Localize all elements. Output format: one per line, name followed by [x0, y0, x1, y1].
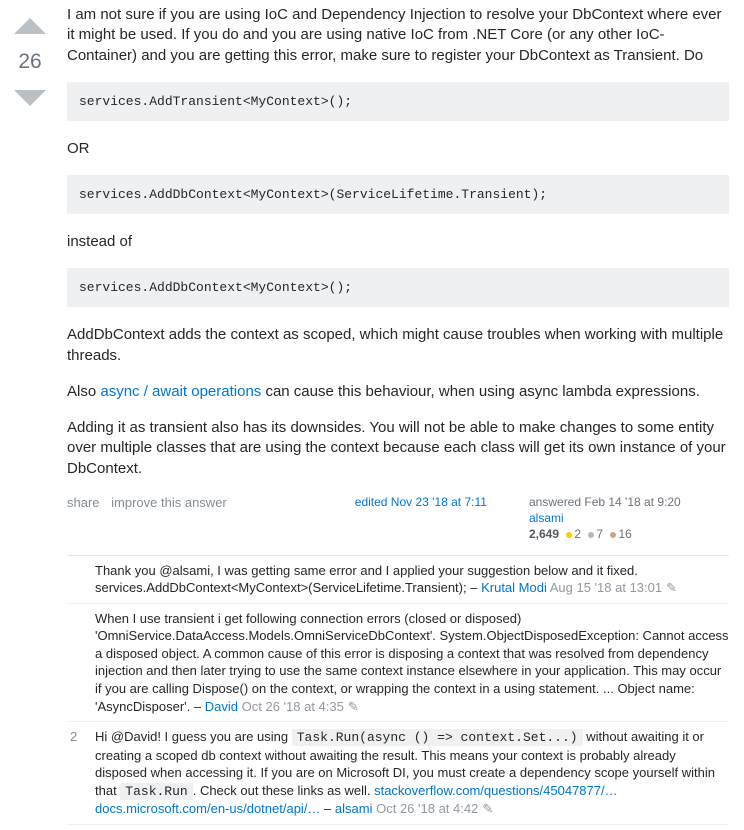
- post-body: I am not sure if you are using IoC and D…: [67, 5, 729, 479]
- comment-timestamp: Aug 15 '18 at 13:01: [550, 580, 662, 595]
- vote-column: 26: [5, 5, 55, 825]
- paragraph-3: Also async / await operations can cause …: [67, 382, 729, 402]
- comment-timestamp: Oct 26 '18 at 4:42: [376, 801, 478, 816]
- author-card: answered Feb 14 '18 at 9:20 alsami 2,649…: [529, 495, 729, 541]
- silver-badge-icon: [588, 532, 594, 538]
- or-label: OR: [67, 139, 729, 159]
- edited-timestamp[interactable]: edited Nov 23 '18 at 7:11: [235, 495, 529, 509]
- post-menu: share improve this answer: [67, 495, 235, 510]
- comment-timestamp: Oct 26 '18 at 4:35: [242, 699, 344, 714]
- edit-icon[interactable]: ✎: [482, 801, 493, 816]
- author-name-link[interactable]: alsami: [529, 511, 729, 525]
- code-block-3: services.AddDbContext<MyContext>();: [67, 268, 729, 307]
- comment-score: [67, 610, 95, 715]
- paragraph-2: AddDbContext adds the context as scoped,…: [67, 325, 729, 366]
- vote-score: 26: [18, 44, 41, 80]
- comment-body: Thank you @alsami, I was getting same er…: [95, 562, 729, 597]
- answer-content: I am not sure if you are using IoC and D…: [55, 5, 739, 825]
- bronze-badge-icon: [610, 532, 616, 538]
- answer-container: 26 I am not sure if you are using IoC an…: [0, 0, 744, 830]
- inline-code: Task.Run(async () => context.Set...): [292, 729, 583, 746]
- comment-user-link[interactable]: alsami: [335, 801, 373, 816]
- edit-icon[interactable]: ✎: [666, 580, 677, 595]
- intro-paragraph: I am not sure if you are using IoC and D…: [67, 5, 729, 66]
- comment-user-link[interactable]: David: [205, 699, 238, 714]
- upvote-icon[interactable]: [12, 8, 48, 44]
- comment-link[interactable]: stackoverflow.com/questions/45047877/…: [374, 783, 618, 798]
- async-await-link[interactable]: async / await operations: [100, 383, 261, 400]
- post-footer: share improve this answer edited Nov 23 …: [67, 495, 729, 541]
- code-block-2: services.AddDbContext<MyContext>(Service…: [67, 175, 729, 214]
- answered-timestamp: answered Feb 14 '18 at 9:20: [529, 495, 729, 509]
- comment-link[interactable]: docs.microsoft.com/en-us/dotnet/api/…: [95, 801, 320, 816]
- comment-user-link[interactable]: Krutal Modi: [481, 580, 547, 595]
- comment-body: When I use transient i get following con…: [95, 610, 729, 715]
- comment-row: Thank you @alsami, I was getting same er…: [67, 556, 729, 604]
- comment-row: 2 Hi @David! I guess you are using Task.…: [67, 722, 729, 825]
- instead-label: instead of: [67, 232, 729, 252]
- gold-badge-icon: [566, 532, 572, 538]
- inline-code: Task.Run: [120, 783, 192, 800]
- share-link[interactable]: share: [67, 495, 100, 510]
- comment-score: [67, 562, 95, 597]
- comment-row: When I use transient i get following con…: [67, 604, 729, 722]
- comments-list: Thank you @alsami, I was getting same er…: [67, 555, 729, 825]
- downvote-icon[interactable]: [12, 80, 48, 116]
- paragraph-4: Adding it as transient also has its down…: [67, 418, 729, 479]
- comment-body: Hi @David! I guess you are using Task.Ru…: [95, 728, 729, 818]
- author-reputation: 2,649 2 7 16: [529, 527, 729, 541]
- comment-score: 2: [67, 728, 95, 818]
- code-block-1: services.AddTransient<MyContext>();: [67, 82, 729, 121]
- improve-link[interactable]: improve this answer: [111, 495, 227, 510]
- edit-icon[interactable]: ✎: [348, 699, 359, 714]
